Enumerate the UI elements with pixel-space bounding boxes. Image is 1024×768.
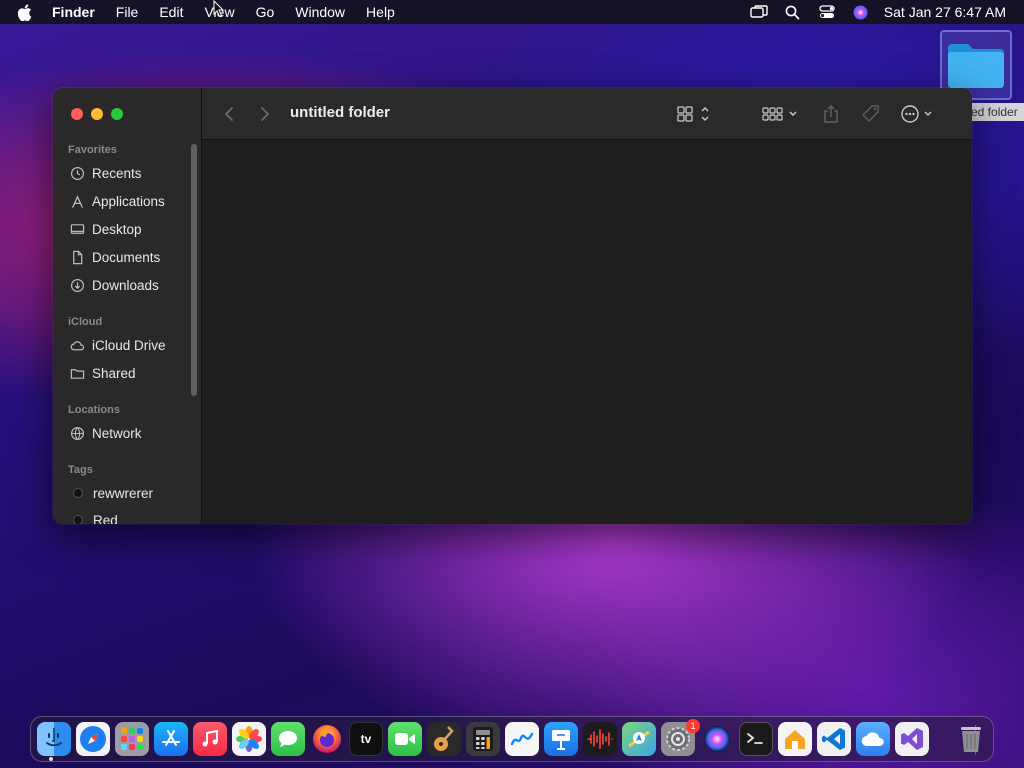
sidebar-item-label: Desktop: [92, 221, 142, 237]
sidebar-item-label: Shared: [92, 365, 136, 381]
more-icon[interactable]: [900, 102, 936, 126]
tag-color-dot: [73, 488, 83, 498]
dock-vscode-icon[interactable]: [817, 722, 851, 756]
dock-voice-memos-icon[interactable]: [583, 722, 617, 756]
dock-photos-icon[interactable]: [232, 722, 266, 756]
icon-view-icon[interactable]: [674, 102, 714, 126]
shared-folder-icon: [69, 365, 85, 381]
sidebar-item-desktop[interactable]: Desktop: [69, 218, 142, 240]
forward-icon[interactable]: [255, 104, 275, 124]
clock-icon: [69, 165, 85, 181]
sidebar-item-label: iCloud Drive: [92, 337, 166, 353]
dock-maps-icon[interactable]: [622, 722, 656, 756]
applications-icon: [69, 193, 85, 209]
dock-visual-studio-icon[interactable]: [895, 722, 929, 756]
dock-facetime-icon[interactable]: [388, 722, 422, 756]
dock-launchpad-icon[interactable]: [115, 722, 149, 756]
dock-firefox-icon[interactable]: [310, 722, 344, 756]
group-icon[interactable]: [760, 102, 800, 126]
sidebar-tag-red[interactable]: Red: [69, 509, 118, 524]
app-menu-finder[interactable]: Finder: [52, 4, 95, 20]
file-browser-area[interactable]: [202, 140, 972, 524]
dock-tv-label: tv: [360, 732, 372, 746]
dock-app-store-icon[interactable]: [154, 722, 188, 756]
dock-terminal-icon[interactable]: [739, 722, 773, 756]
dock-safari-icon[interactable]: [76, 722, 110, 756]
cloud-icon: [69, 337, 85, 353]
zoom-button[interactable]: [111, 108, 123, 120]
sidebar-item-applications[interactable]: Applications: [69, 190, 165, 212]
sidebar-item-label: Red: [93, 512, 118, 525]
sidebar-item-label: Downloads: [92, 277, 159, 293]
sidebar-item-label: Network: [92, 425, 142, 441]
settings-notification-badge: 1: [686, 719, 700, 733]
dock-freeform-icon[interactable]: [505, 722, 539, 756]
dock-garageband-icon[interactable]: [427, 722, 461, 756]
network-icon: [69, 425, 85, 441]
dock-home-icon[interactable]: [778, 722, 812, 756]
menu-window[interactable]: Window: [295, 4, 345, 20]
sidebar-item-icloud-drive[interactable]: iCloud Drive: [69, 334, 166, 356]
menubar-clock[interactable]: Sat Jan 27 6:47 AM: [884, 4, 1006, 20]
sidebar-section-tags: Tags: [68, 464, 93, 476]
desktop-icon: [69, 221, 85, 237]
menu-bar: Finder File Edit View Go Window Help Sat…: [0, 0, 1024, 24]
menu-edit[interactable]: Edit: [159, 4, 183, 20]
sidebar-section-favorites: Favorites: [68, 144, 117, 156]
screen-mirroring-icon[interactable]: [742, 5, 776, 19]
dock-icloud-icon[interactable]: [856, 722, 890, 756]
sidebar-item-label: rewwrerer: [93, 485, 154, 501]
dock-trash-icon[interactable]: [954, 722, 988, 756]
dock-messages-icon[interactable]: [271, 722, 305, 756]
dock-music-icon[interactable]: [193, 722, 227, 756]
sidebar-scrollbar[interactable]: [191, 144, 197, 396]
sidebar-item-label: Recents: [92, 165, 142, 181]
minimize-button[interactable]: [91, 108, 103, 120]
sidebar-item-label: Documents: [92, 249, 161, 265]
finder-running-indicator: [49, 757, 53, 761]
tag-icon[interactable]: [859, 102, 883, 126]
sidebar-section-icloud: iCloud: [68, 316, 103, 328]
mouse-cursor-icon: [213, 0, 225, 18]
menu-file[interactable]: File: [116, 4, 139, 20]
document-icon: [69, 249, 85, 265]
window-controls: [71, 108, 123, 120]
back-icon[interactable]: [219, 104, 239, 124]
apple-menu-icon[interactable]: [17, 3, 37, 21]
control-center-icon[interactable]: [810, 5, 844, 19]
siri-icon[interactable]: [844, 5, 878, 20]
tag-color-dot: [73, 515, 83, 524]
sidebar-item-label: Applications: [92, 193, 165, 209]
sidebar-item-recents[interactable]: Recents: [69, 162, 142, 184]
sidebar-item-documents[interactable]: Documents: [69, 246, 160, 268]
dock-siri-icon[interactable]: [700, 722, 734, 756]
desktop-folder-label[interactable]: ed folder: [968, 103, 1024, 121]
dock: tv: [30, 716, 994, 762]
sidebar-item-network[interactable]: Network: [69, 422, 142, 444]
dock-finder-icon[interactable]: [37, 722, 71, 756]
dock-calculator-icon[interactable]: [466, 722, 500, 756]
sidebar-item-downloads[interactable]: Downloads: [69, 274, 159, 296]
close-button[interactable]: [71, 108, 83, 120]
spotlight-search-icon[interactable]: [776, 5, 810, 20]
menu-help[interactable]: Help: [366, 4, 395, 20]
window-title: untitled folder: [290, 104, 390, 121]
sidebar-tag-rewwrerer[interactable]: rewwrerer: [69, 482, 153, 504]
menu-go[interactable]: Go: [256, 4, 275, 20]
sidebar-item-shared[interactable]: Shared: [69, 362, 136, 384]
download-icon: [69, 277, 85, 293]
dock-tv-icon[interactable]: tv: [349, 722, 383, 756]
sidebar-section-locations: Locations: [68, 404, 120, 416]
share-icon[interactable]: [819, 102, 843, 126]
toolbar: untitled folder: [202, 88, 972, 140]
sidebar: Favorites Recents Applications Desktop D…: [53, 88, 202, 524]
finder-window: Favorites Recents Applications Desktop D…: [53, 88, 972, 524]
dock-keynote-icon[interactable]: [544, 722, 578, 756]
